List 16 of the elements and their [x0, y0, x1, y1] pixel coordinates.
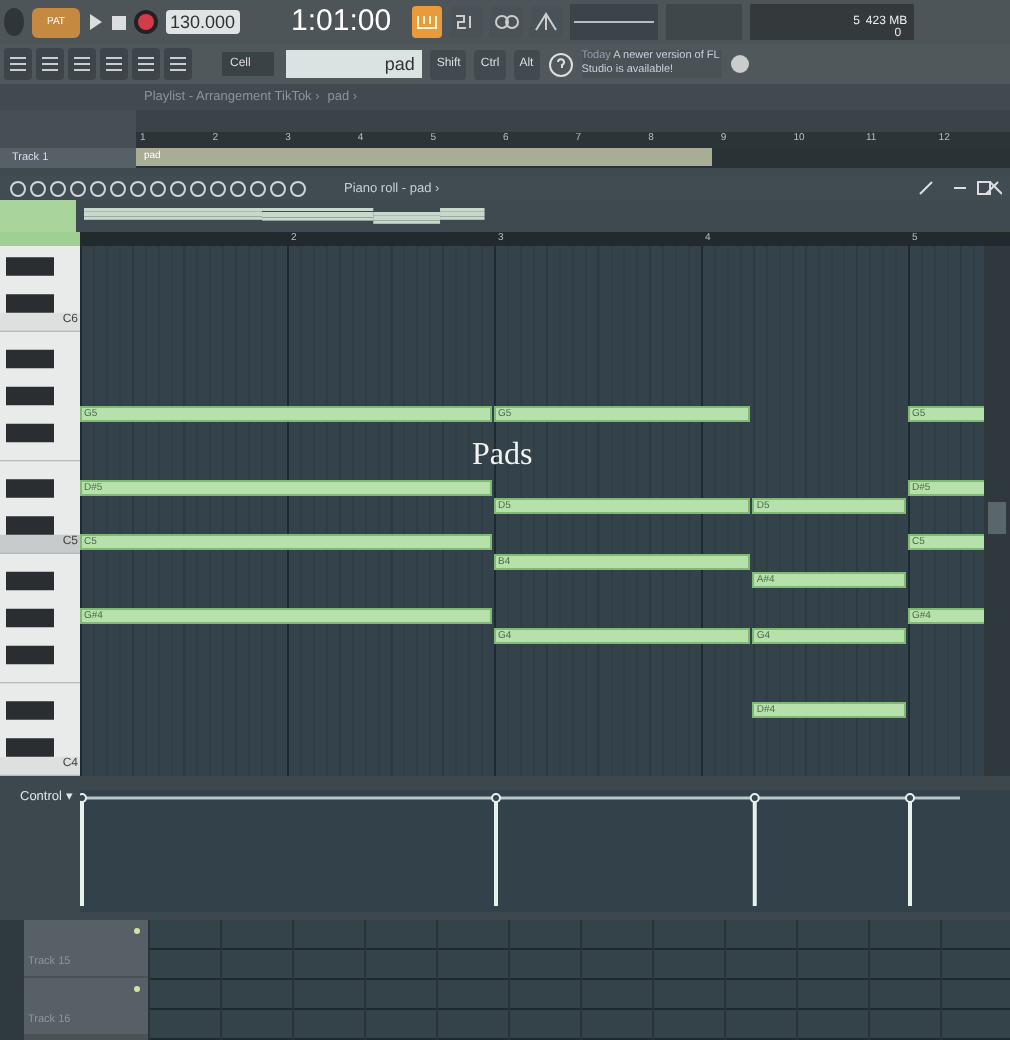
vertical-scrollbar[interactable]	[984, 246, 1010, 776]
pattern-selector[interactable]: pad	[286, 50, 423, 78]
piano-roll-corner	[0, 200, 76, 232]
stop-icon[interactable]	[112, 15, 126, 29]
ruler-corner	[0, 232, 80, 246]
typing-keyboard-icon[interactable]	[411, 6, 442, 38]
time-display: 1:01:00	[291, 4, 392, 40]
caption: Pads	[472, 438, 533, 474]
piano-keyboard-drawing[interactable]	[0, 246, 80, 776]
play-icon[interactable]	[88, 14, 104, 30]
waveform-display	[569, 4, 658, 40]
help-icon[interactable]	[547, 51, 574, 77]
toolbar-icons-drawing[interactable]	[4, 48, 194, 80]
record-icon[interactable]	[134, 10, 158, 34]
tempo-display[interactable]: 130.000	[166, 10, 240, 34]
window-controls-icon[interactable]	[918, 180, 1002, 196]
